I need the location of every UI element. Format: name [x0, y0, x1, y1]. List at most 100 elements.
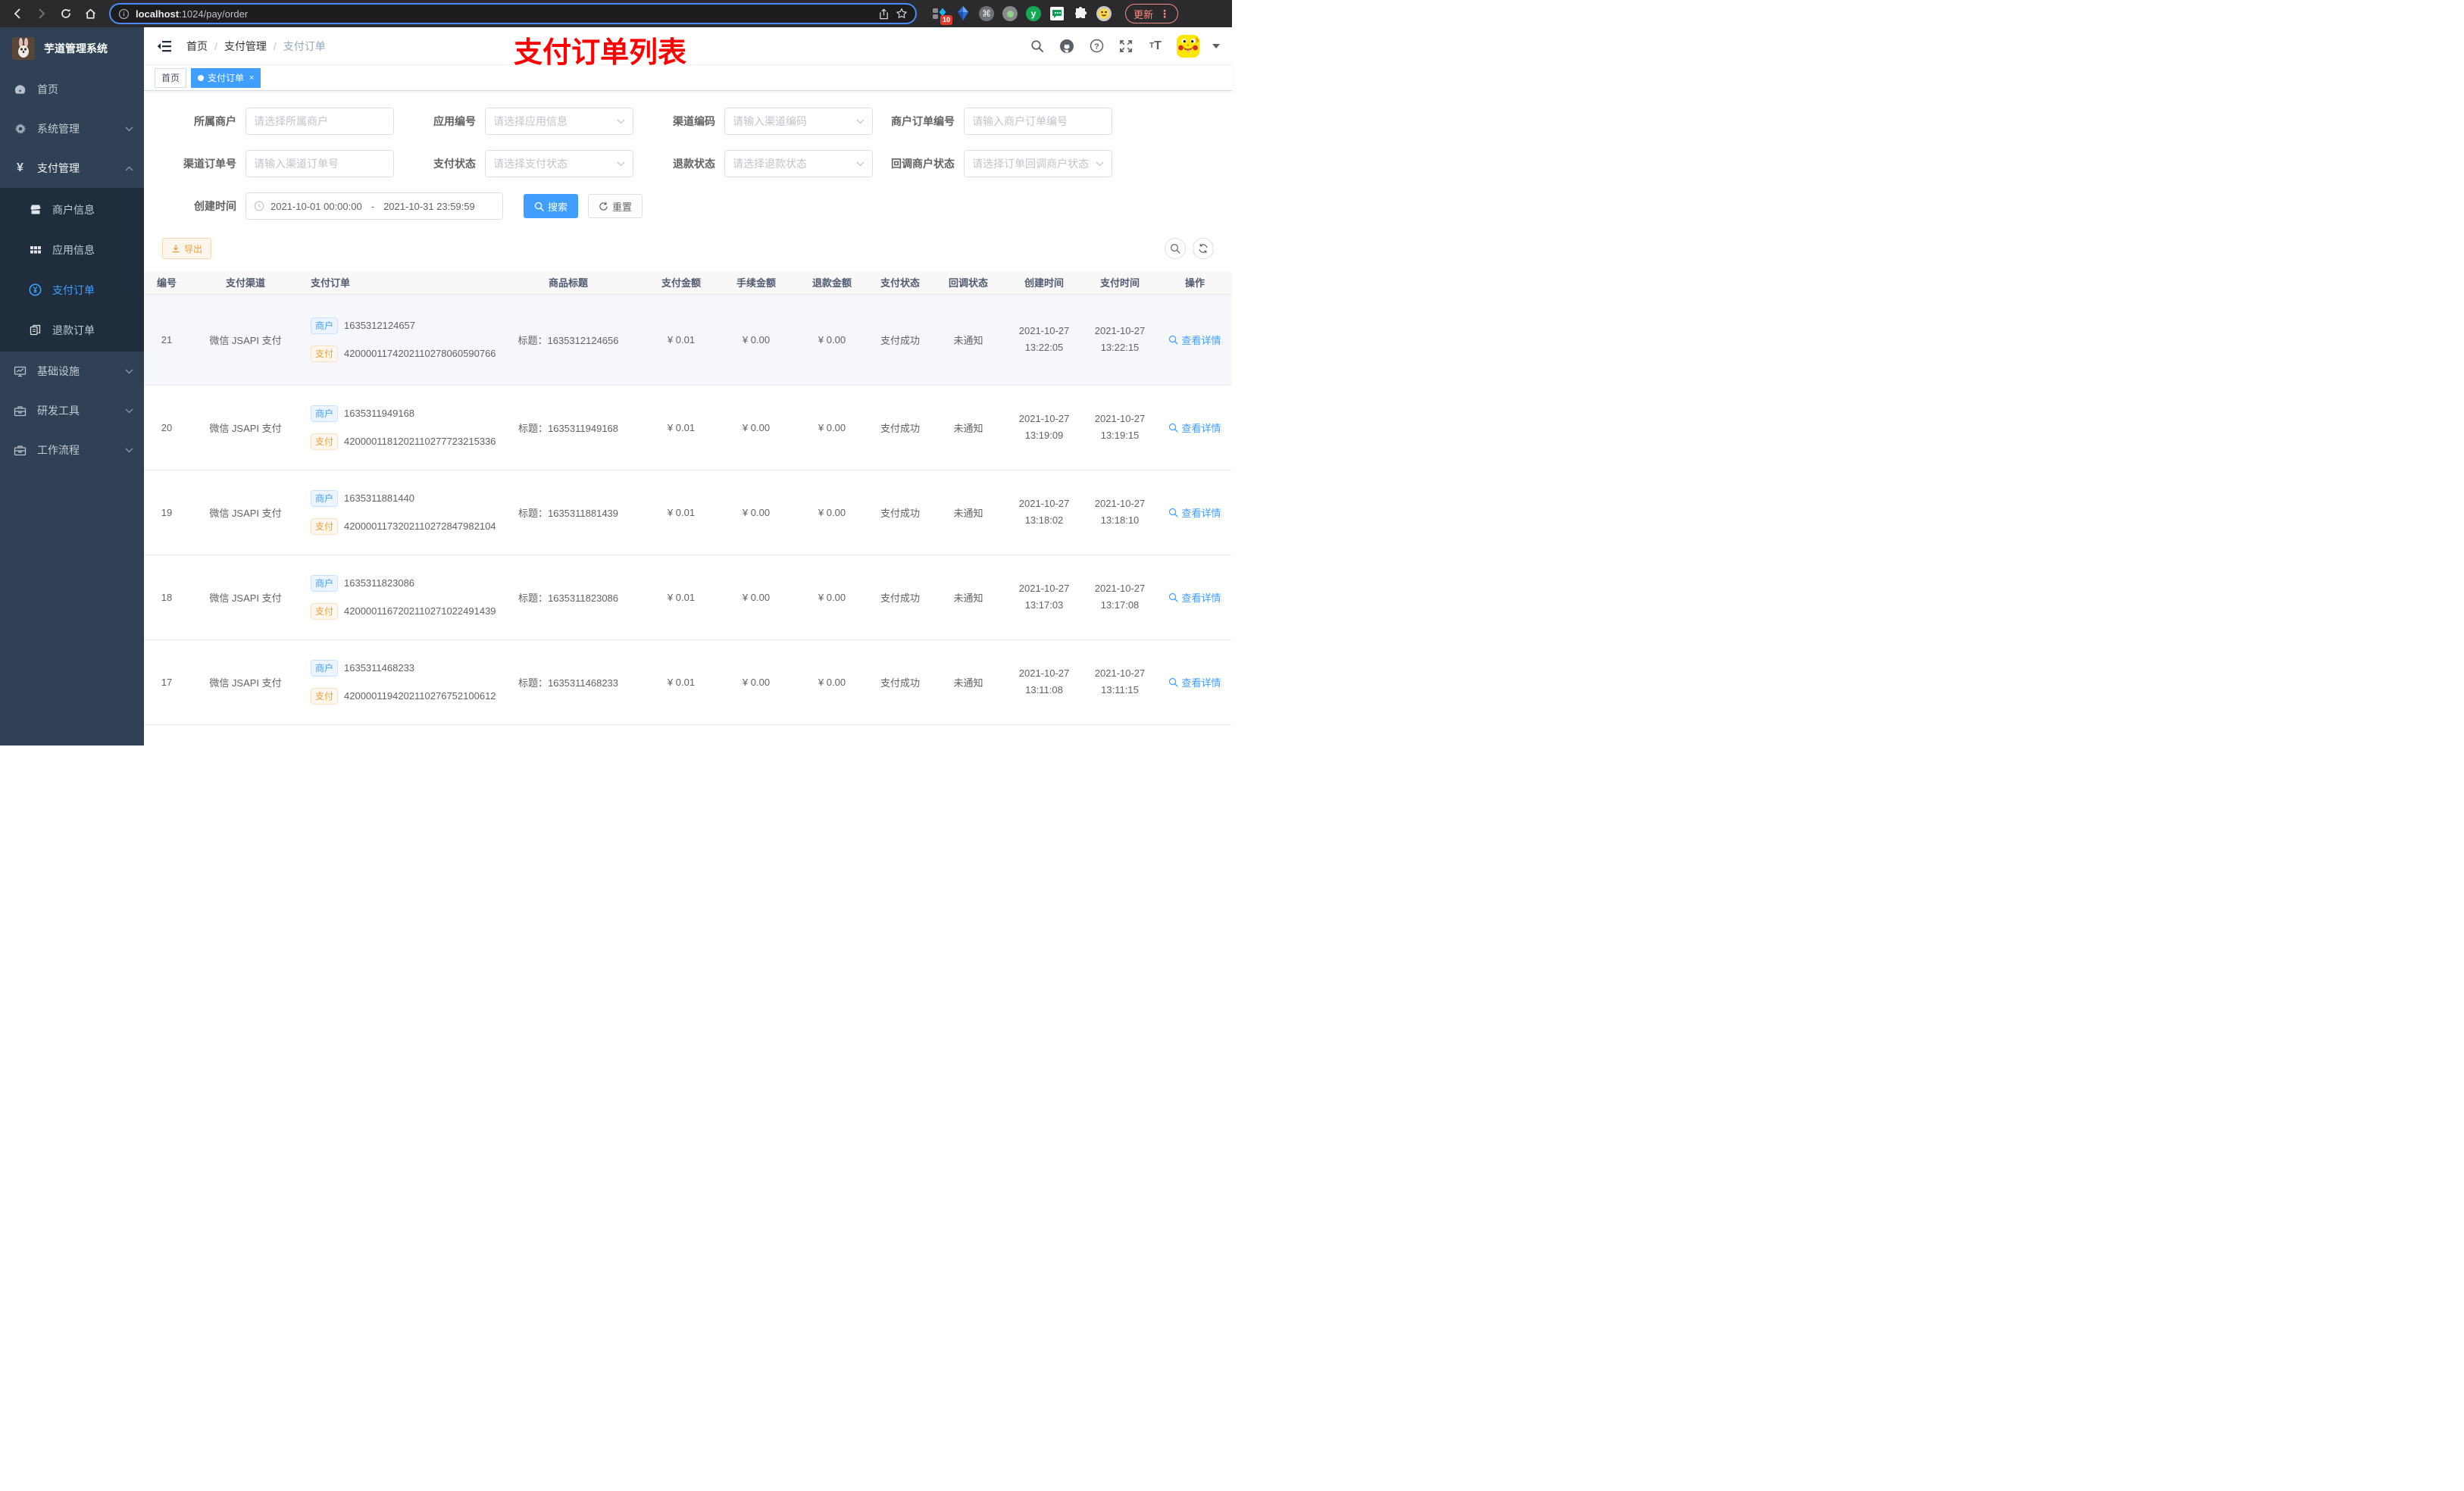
date-range-input[interactable]: 2021-10-01 00:00:00 - 2021-10-31 23:59:5…: [245, 192, 503, 220]
merchant-input[interactable]: [245, 108, 394, 135]
view-detail-link[interactable]: 查看详情: [1168, 420, 1221, 435]
kite-extension-icon[interactable]: [955, 6, 971, 21]
table-row: 21 微信 JSAPI 支付 商户 1635312124657 支付 42000…: [144, 294, 1232, 386]
breadcrumb-current: 支付订单: [283, 39, 326, 52]
tab-pay-order[interactable]: 支付订单 ×: [191, 67, 261, 88]
merchant-order-no-input[interactable]: [964, 108, 1112, 135]
pay-amount: [644, 724, 718, 746]
sidebar-item-system[interactable]: 系统管理: [0, 109, 144, 148]
active-dot: [198, 74, 205, 81]
notify-status-select[interactable]: 请选择订单回调商户状态: [964, 150, 1112, 177]
share-icon[interactable]: [878, 8, 890, 20]
sidebar-logo[interactable]: 芋道管理系统: [0, 27, 144, 70]
avatar-caret-icon[interactable]: [1212, 43, 1220, 48]
sidebar-collapse-icon[interactable]: [155, 36, 174, 56]
recorder-extension-icon[interactable]: [1002, 6, 1018, 21]
notify-status: 未通知: [930, 555, 1006, 640]
chevron-down-icon: [1096, 161, 1104, 167]
merchant-order-no: 1635311881440: [344, 492, 415, 504]
view-detail-link[interactable]: 查看详情: [1168, 333, 1221, 347]
command-extension-icon[interactable]: ⌘: [979, 6, 994, 21]
table-toolbar: 导出: [162, 238, 1214, 259]
sidebar-item-app-info[interactable]: 应用信息: [0, 230, 144, 270]
merchant-tag: 商户: [311, 489, 339, 507]
filter-create-time: 创建时间 2021-10-01 00:00:00 - 2021-10-31 23…: [162, 192, 503, 220]
view-detail-link[interactable]: 查看详情: [1168, 505, 1221, 520]
merchant-order-no: 1635312124657: [344, 320, 416, 331]
pay-tag: 支付: [311, 602, 339, 620]
merchant-order-no-field[interactable]: [972, 115, 1104, 127]
chevron-down-icon: [856, 161, 865, 167]
notify-status: 未通知: [930, 639, 1006, 725]
sidebar-item-dev-tools[interactable]: 研发工具: [0, 391, 144, 430]
merchant-order-no: 1635311823086: [344, 577, 415, 589]
sidebar-item-infrastructure[interactable]: 基础设施: [0, 352, 144, 391]
pay-channel: 微信 JSAPI 支付: [189, 555, 302, 640]
refund-amount: ¥ 0.00: [794, 639, 870, 725]
download-icon: [172, 245, 180, 253]
reload-icon[interactable]: [56, 4, 76, 23]
create-time: 2021-10-27 13:22:05: [1006, 294, 1082, 386]
breadcrumb-home[interactable]: 首页: [186, 39, 208, 54]
sidebar-item-pay-order[interactable]: 支付订单: [0, 270, 144, 310]
font-size-icon[interactable]: TT: [1147, 38, 1164, 55]
view-detail-link[interactable]: 查看详情: [1168, 590, 1221, 605]
date-end: 2021-10-31 23:59:59: [383, 200, 475, 212]
monitor-chart-icon: [14, 365, 27, 378]
sidebar-item-merchant-info[interactable]: 商户信息: [0, 189, 144, 230]
site-info-icon[interactable]: [118, 8, 130, 20]
refund-status-select[interactable]: 请选择退款状态: [724, 150, 873, 177]
hide-search-button[interactable]: [1165, 238, 1186, 259]
back-icon[interactable]: [8, 4, 27, 23]
sidebar-item-workflow[interactable]: 工作流程: [0, 430, 144, 470]
action-cell: [1158, 724, 1232, 746]
refresh-button[interactable]: [1193, 238, 1214, 259]
fee-amount: [718, 724, 794, 746]
yen-icon: ¥: [17, 161, 23, 174]
emoji-profile-icon[interactable]: [1096, 6, 1112, 21]
y-extension-icon[interactable]: y: [1026, 6, 1041, 21]
merchant-input-field[interactable]: [254, 115, 386, 127]
fullscreen-icon[interactable]: [1118, 38, 1134, 55]
refund-amount: ¥ 0.00: [794, 470, 870, 555]
sidebar-item-label: 基础设施: [37, 365, 80, 377]
sidebar-item-label: 支付管理: [37, 162, 80, 174]
search-icon: [534, 202, 544, 211]
github-icon[interactable]: [1058, 38, 1075, 55]
bookmark-star-icon[interactable]: [896, 8, 908, 20]
sidebar: 芋道管理系统 首页 系统管理 ¥ 支付管理 商户信息 应用信息 支付订单 退款订…: [0, 27, 144, 746]
tab-close-icon[interactable]: ×: [249, 73, 254, 83]
sidebar-item-payment[interactable]: ¥ 支付管理: [0, 148, 144, 188]
sidebar-item-home[interactable]: 首页: [0, 70, 144, 109]
app-select[interactable]: 请选择应用信息: [485, 108, 633, 135]
search-icon: [1169, 423, 1179, 433]
puzzle-extensions-icon[interactable]: [1073, 6, 1088, 21]
order-id: 18: [144, 555, 189, 640]
search-icon[interactable]: [1029, 38, 1046, 55]
sidebar-item-refund-order[interactable]: 退款订单: [0, 310, 144, 350]
create-time: 2021-10-27 13:19:09: [1006, 385, 1082, 470]
pay-status-select[interactable]: 请选择支付状态: [485, 150, 633, 177]
channel-order-no-field[interactable]: [254, 158, 386, 170]
merchant-tag: 商户: [311, 405, 339, 422]
channel-order-no-input[interactable]: [245, 150, 394, 177]
channel-code-select[interactable]: 请输入渠道编码: [724, 108, 873, 135]
devtools-extension-icon[interactable]: 10: [932, 6, 952, 25]
view-detail-link[interactable]: 查看详情: [1168, 675, 1221, 689]
search-button[interactable]: 搜索: [524, 194, 579, 218]
url-bar[interactable]: localhost:1024/pay/order: [109, 3, 917, 24]
reset-button[interactable]: 重置: [588, 194, 643, 218]
pay-amount: ¥ 0.01: [644, 294, 718, 386]
tab-home[interactable]: 首页: [155, 67, 187, 88]
avatar[interactable]: [1177, 34, 1199, 58]
forward-icon[interactable]: [32, 4, 52, 23]
pay-channel: 微信 JSAPI 支付: [189, 470, 302, 555]
page-title: 支付订单列表: [514, 37, 687, 69]
export-button[interactable]: 导出: [162, 238, 212, 259]
help-icon[interactable]: ?: [1088, 38, 1105, 55]
home-icon[interactable]: [80, 4, 100, 23]
browser-menu-icon[interactable]: ⋮: [1159, 8, 1170, 20]
breadcrumb-payment[interactable]: 支付管理: [224, 39, 267, 54]
browser-update-button[interactable]: 更新 ⋮: [1125, 4, 1179, 23]
chat-extension-icon[interactable]: [1049, 6, 1065, 21]
